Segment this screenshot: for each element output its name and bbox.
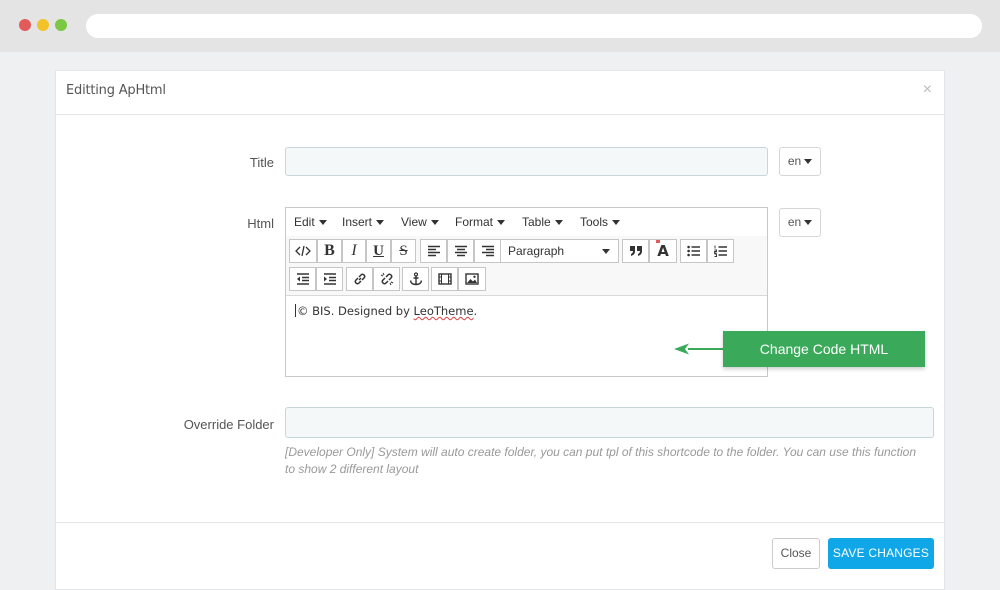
italic-button[interactable]: I	[342, 239, 366, 263]
outdent-icon	[296, 273, 309, 285]
italic-icon: I	[351, 242, 357, 259]
caret-down-icon	[602, 249, 610, 254]
anchor-icon	[409, 272, 422, 286]
format-select-value: Paragraph	[508, 244, 565, 258]
menu-edit[interactable]: Edit	[294, 215, 327, 229]
format-select[interactable]: Paragraph	[500, 239, 619, 263]
outdent-button[interactable]	[289, 267, 316, 291]
text-color-button[interactable]: A	[649, 239, 677, 263]
menu-insert[interactable]: Insert	[342, 215, 385, 229]
underline-icon: U	[373, 242, 384, 259]
close-icon[interactable]: ×	[923, 81, 932, 99]
align-center-icon	[454, 245, 467, 257]
blockquote-icon	[629, 246, 642, 256]
image-icon	[465, 273, 479, 285]
menu-view-label: View	[401, 215, 427, 229]
text-color-icon: A	[656, 240, 669, 260]
indent-button[interactable]	[316, 267, 343, 291]
link-button[interactable]	[346, 267, 373, 291]
bullet-list-icon	[686, 245, 700, 257]
editor-menubar: Edit Insert View Format Table Tools	[286, 208, 767, 237]
address-bar[interactable]	[86, 14, 982, 38]
html-language-value: en	[787, 215, 802, 229]
editor-text-link: LeoTheme	[413, 304, 474, 318]
bold-icon: B	[324, 242, 335, 259]
source-code-icon	[295, 245, 311, 257]
menu-format[interactable]: Format	[455, 215, 506, 229]
underline-button[interactable]: U	[366, 239, 391, 263]
align-center-button[interactable]	[447, 239, 474, 263]
align-left-button[interactable]	[420, 239, 447, 263]
window-minimize-dot[interactable]	[37, 19, 49, 31]
menu-view[interactable]: View	[401, 215, 439, 229]
caret-down-icon	[612, 220, 621, 226]
link-icon	[354, 273, 365, 285]
strikethrough-icon: S	[399, 242, 408, 259]
menu-table[interactable]: Table	[522, 215, 563, 229]
menu-table-label: Table	[522, 215, 551, 229]
footer-divider	[56, 522, 944, 523]
title-label: Title	[249, 155, 274, 170]
editor-text: © BIS. Designed by LeoTheme.	[295, 304, 477, 318]
html-language-dropdown[interactable]: en	[779, 208, 821, 237]
editor-content[interactable]: © BIS. Designed by LeoTheme.	[286, 295, 767, 376]
caret-down-icon	[318, 220, 327, 226]
browser-chrome	[0, 0, 1000, 52]
align-right-icon	[481, 245, 494, 257]
unlink-button[interactable]	[373, 267, 400, 291]
edit-modal: Editting ApHtml × Title en Html en Edit …	[55, 70, 945, 590]
caret-down-icon	[804, 220, 813, 226]
modal-title: Editting ApHtml	[66, 83, 166, 98]
change-code-html-callout: Change Code HTML	[723, 331, 925, 367]
save-changes-button[interactable]: SAVE CHANGES	[828, 538, 934, 569]
caret-down-icon	[497, 220, 506, 226]
menu-tools[interactable]: Tools	[580, 215, 621, 229]
anchor-button[interactable]	[402, 267, 429, 291]
blockquote-button[interactable]	[622, 239, 649, 263]
text-cursor	[295, 304, 296, 317]
menu-insert-label: Insert	[342, 215, 373, 229]
numbered-list-button[interactable]	[707, 239, 734, 263]
arrow-left-icon	[674, 343, 724, 355]
media-icon	[437, 273, 452, 285]
modal-header: Editting ApHtml ×	[56, 71, 944, 115]
caret-down-icon	[554, 220, 563, 226]
window-maximize-dot[interactable]	[55, 19, 67, 31]
window-close-dot[interactable]	[19, 19, 31, 31]
caret-down-icon	[430, 220, 439, 226]
menu-format-label: Format	[455, 215, 494, 229]
title-language-dropdown[interactable]: en	[779, 147, 821, 176]
menu-tools-label: Tools	[580, 215, 609, 229]
html-label: Html	[247, 216, 274, 231]
numbered-list-icon	[713, 245, 727, 257]
bold-button[interactable]: B	[317, 239, 342, 263]
align-left-icon	[427, 245, 440, 257]
menu-edit-label: Edit	[294, 215, 315, 229]
image-button[interactable]	[458, 267, 486, 291]
bullet-list-button[interactable]	[680, 239, 707, 263]
strikethrough-button[interactable]: S	[391, 239, 416, 263]
override-folder-input[interactable]	[285, 407, 934, 438]
caret-down-icon	[376, 220, 385, 226]
close-button[interactable]: Close	[772, 538, 820, 569]
title-input[interactable]	[285, 147, 768, 176]
unlink-icon	[380, 272, 393, 286]
media-button[interactable]	[431, 267, 458, 291]
override-folder-label: Override Folder	[183, 417, 274, 432]
source-code-button[interactable]	[289, 239, 317, 263]
editor-toolbar: B I U S Paragraph A	[286, 236, 767, 296]
indent-icon	[323, 273, 336, 285]
caret-down-icon	[804, 159, 813, 165]
align-right-button[interactable]	[474, 239, 501, 263]
editor-text-suffix: .	[473, 304, 478, 318]
override-folder-help: [Developer Only] System will auto create…	[285, 445, 917, 476]
title-language-value: en	[787, 154, 802, 168]
editor-text-prefix: © BIS. Designed by	[297, 304, 414, 318]
